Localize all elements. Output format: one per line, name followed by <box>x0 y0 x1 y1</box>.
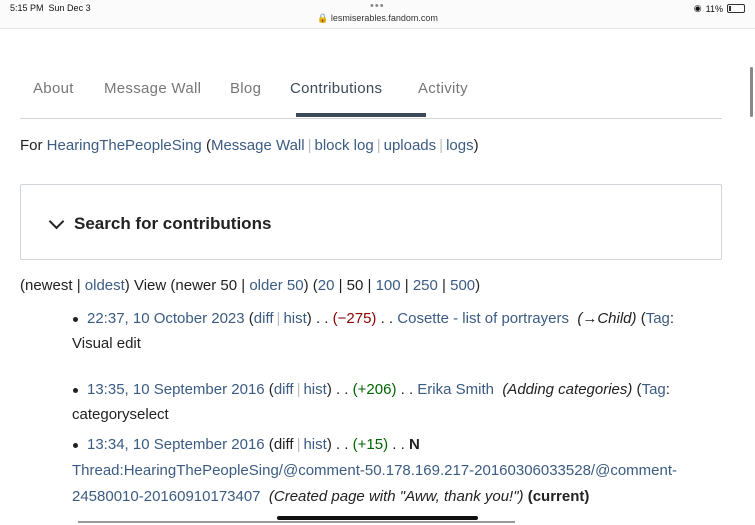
newest-label: newest <box>25 277 73 294</box>
vertical-scrollbar[interactable] <box>750 67 753 117</box>
status-bar: 5:15 PM Sun Dec 3 ••• 🔒 lesmiserables.fa… <box>0 0 755 29</box>
size-change: (+15) <box>352 436 389 453</box>
hist-link[interactable]: hist <box>303 436 326 453</box>
edit-summary: (Adding categories) <box>502 381 633 398</box>
bullet-icon <box>73 388 78 393</box>
pagination-line: (newest | oldest) View (newer 50 | older… <box>20 277 481 294</box>
tab-activity[interactable]: Activity <box>418 80 468 97</box>
timestamp-link[interactable]: 13:34, 10 September 2016 <box>87 436 265 453</box>
list-item: 13:34, 10 September 2016 (diff | hist) . .… <box>87 436 420 453</box>
size-change: (+206) <box>352 381 397 398</box>
size-change: (−275) <box>332 310 377 327</box>
edit-summary: (→Child) <box>577 310 637 327</box>
hist-link[interactable]: hist <box>283 310 306 327</box>
tag-link[interactable]: Tag <box>642 381 666 398</box>
page-link[interactable]: Cosette - list of portrayers <box>397 310 569 327</box>
for-label: For <box>20 137 43 154</box>
diff-label: diff <box>273 436 294 453</box>
page-link[interactable]: Erika Smith <box>417 381 494 398</box>
horizontal-scrollbar[interactable] <box>78 521 515 523</box>
more-dots-icon[interactable]: ••• <box>370 0 385 12</box>
hist-link[interactable]: hist <box>303 381 326 398</box>
wifi-icon: ◉ <box>693 3 702 13</box>
current-flag: (current) <box>527 488 590 505</box>
tab-message-wall[interactable]: Message Wall <box>104 80 201 97</box>
search-contributions-panel[interactable]: Search for contributions <box>20 184 722 260</box>
limit-250-link[interactable]: 250 <box>413 277 438 294</box>
active-tab-indicator <box>296 113 426 117</box>
battery-percent: 11% <box>705 3 723 14</box>
limit-20-link[interactable]: 20 <box>318 277 335 294</box>
home-indicator[interactable] <box>277 516 478 520</box>
page-link[interactable]: Thread:HearingThePeopleSing/@comment-50.… <box>72 462 677 479</box>
thread-link-line2: 24580010-20160910173407 (Created page wi… <box>72 488 589 505</box>
uploads-link[interactable]: uploads <box>384 137 437 154</box>
status-time: 5:15 PM Sun Dec 3 <box>10 3 91 13</box>
url-text: lesmiserables.fandom.com <box>330 13 438 23</box>
logs-link[interactable]: logs <box>446 137 474 154</box>
tab-about[interactable]: About <box>33 80 74 97</box>
page-link-continued[interactable]: 24580010-20160910173407 <box>72 488 261 505</box>
status-right: ◉ 11% <box>694 3 745 14</box>
tab-blog[interactable]: Blog <box>230 80 261 97</box>
limit-500-link[interactable]: 500 <box>450 277 475 294</box>
view-label: View <box>133 277 167 294</box>
tag-link[interactable]: Tag <box>646 310 670 327</box>
address-bar[interactable]: 🔒 lesmiserables.fandom.com <box>0 13 755 24</box>
thread-link-line1: Thread:HearingThePeopleSing/@comment-50.… <box>72 462 677 479</box>
tab-contributions[interactable]: Contributions <box>290 80 382 97</box>
list-item: 22:37, 10 October 2023 (diff | hist) . . (… <box>87 310 675 327</box>
new-page-flag: N <box>408 436 420 453</box>
diff-link[interactable]: diff <box>254 310 274 327</box>
battery-icon <box>727 4 745 13</box>
limit-50-current: 50 <box>346 277 364 294</box>
oldest-link[interactable]: oldest <box>85 277 125 294</box>
search-panel-title: Search for contributions <box>74 214 272 233</box>
older-link[interactable]: older 50 <box>249 277 303 294</box>
limit-100-link[interactable]: 100 <box>376 277 401 294</box>
timestamp-link[interactable]: 13:35, 10 September 2016 <box>87 381 265 398</box>
for-user-line: For HearingThePeopleSing (Message Wall | b… <box>20 137 479 154</box>
edit-summary: (Created page with "Aww, thank you!") <box>268 488 524 505</box>
bullet-icon <box>73 443 78 448</box>
user-link[interactable]: HearingThePeopleSing <box>47 137 202 154</box>
chevron-down-icon[interactable] <box>48 213 65 230</box>
timestamp-link[interactable]: 22:37, 10 October 2023 <box>87 310 245 327</box>
newer-label: newer 50 <box>175 277 238 294</box>
message-wall-link[interactable]: Message Wall <box>211 137 305 154</box>
profile-tabs: About Message Wall Blog Contributions Ac… <box>20 80 722 119</box>
list-item: 13:35, 10 September 2016 (diff | hist) . .… <box>87 381 670 398</box>
tag-value: categoryselect <box>72 406 169 423</box>
bullet-icon <box>73 317 78 322</box>
diff-link[interactable]: diff <box>274 381 294 398</box>
block-log-link[interactable]: block log <box>315 137 374 154</box>
tag-value: Visual edit <box>72 335 141 352</box>
